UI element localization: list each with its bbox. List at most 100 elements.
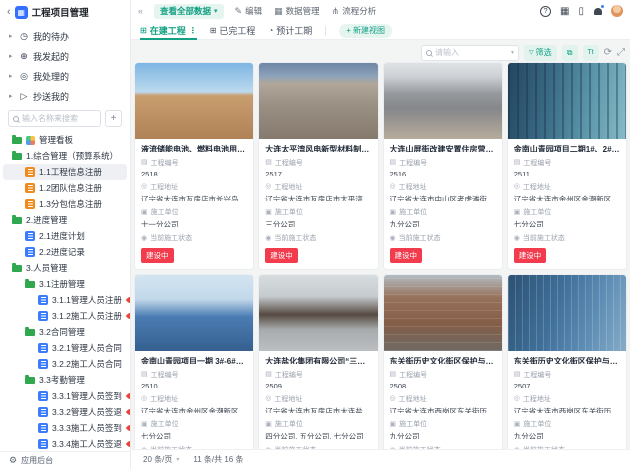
app-backend-button[interactable]: 应用后台 [0, 451, 130, 469]
new-view-button[interactable]: 新建视图 [339, 24, 392, 38]
field-label-text: 工程编号 [523, 158, 551, 168]
sidebar-nav-item[interactable]: ◎ 我处理的 [0, 66, 130, 86]
folder-icon [25, 377, 35, 384]
tree-item[interactable]: 1.3分包信息注册 [3, 196, 127, 212]
topbar-action-button[interactable]: ✎ 编辑 [235, 5, 263, 17]
tree-item[interactable]: 3.1.1管理人员注册 [3, 292, 127, 308]
collapse-panel-icon[interactable] [138, 6, 143, 16]
folder-icon [25, 281, 35, 288]
field-label-text: 工程地址 [523, 394, 551, 404]
project-code: 2509 [265, 382, 371, 388]
tree-item[interactable]: 1.1工程信息注册 [3, 164, 127, 180]
app-logo-icon [15, 6, 28, 19]
tree-item[interactable]: 2.2进度记录 [3, 244, 127, 260]
tree-item-label: 1.综合管理（预算系统） [26, 150, 118, 162]
tree-item[interactable]: 3.3.1管理人员签到 [3, 388, 127, 404]
project-card[interactable]: 大连盐化集团有限公司“三供一业”分离移交维修改造项目 工程编号 2509 工程地… [258, 274, 378, 449]
tab-menu-icon[interactable] [189, 26, 197, 35]
topbar-right-icons [540, 5, 623, 17]
field-label-code: 工程编号 [514, 158, 620, 168]
tree-item[interactable]: 2.1进度计划 [3, 228, 127, 244]
tree-item[interactable]: 3.3.2管理人员签退 [3, 404, 127, 420]
app-backend-label: 应用后台 [21, 455, 53, 466]
location-icon [514, 183, 520, 190]
sidebar-search-input[interactable] [22, 114, 96, 123]
share-button[interactable] [562, 45, 578, 61]
field-label-company: 施工单位 [141, 419, 247, 429]
sidebar: 工程项目管理 ◷ 我的待办 ⊕ 我发起的 ◎ 我处理的 ▷ [0, 0, 131, 469]
project-card[interactable]: 液流储能电池、燃料电池用关键核心材料生产基地项目 工程编号 2518 工程地址 … [134, 62, 254, 270]
project-card[interactable]: 大连山屏街改建安置住房营房拆除项目 工程编号 2516 工程地址 辽宁省大连市中… [383, 62, 503, 270]
project-card[interactable]: 东关街历史文化街区保护与利用项目三标段 工程编号 2508 工程地址 辽宁省大连… [383, 274, 503, 449]
action-label: 编辑 [245, 5, 262, 17]
collapse-sidebar-icon[interactable] [7, 7, 11, 18]
tree-item[interactable]: 3.人员管理 [3, 260, 127, 276]
tree-item[interactable]: 2.进度管理 [3, 212, 127, 228]
project-card[interactable]: 金南山青园项目二期1#、2#、6#、7#、18#楼 工程编号 2511 工程地址… [507, 62, 627, 270]
todo-icon: ◷ [19, 32, 29, 41]
tree-item[interactable]: 3.2合同管理 [3, 324, 127, 340]
sidebar-search-box[interactable] [8, 110, 101, 127]
add-button[interactable] [105, 110, 122, 127]
tree-item[interactable]: 3.3.3施工人员签到 [3, 420, 127, 436]
tree-item[interactable]: 3.2.2施工人员合同 [3, 356, 127, 372]
project-code: 2516 [390, 170, 496, 176]
tree-item[interactable]: 3.2.1管理人员合同 [3, 340, 127, 356]
view-tab[interactable]: ⊞ 已完工程 [210, 22, 256, 39]
project-company: 七分公司 [514, 219, 620, 227]
refresh-button[interactable] [604, 48, 612, 58]
app-title: 工程项目管理 [32, 5, 89, 19]
tree-item[interactable]: 3.1注册管理 [3, 276, 127, 292]
sidebar-search-row [0, 106, 130, 131]
field-label-company: 施工单位 [390, 207, 496, 217]
chevron-down-icon [214, 8, 218, 15]
project-photo [384, 275, 502, 351]
field-label-code: 工程编号 [514, 370, 620, 380]
page-size-select[interactable]: 20 条/页 [143, 454, 179, 465]
tree-item[interactable]: 1.综合管理（预算系统） [3, 148, 127, 164]
sidebar-nav-item[interactable]: ▷ 抄送我的 [0, 86, 130, 106]
data-manage-icon: ▦ [274, 7, 283, 16]
topbar-action-button[interactable]: ▦ 数据管理 [274, 5, 320, 17]
sidebar-nav-item[interactable]: ◷ 我的待办 [0, 26, 130, 46]
tree-item[interactable]: 3.3.4施工人员签退 [3, 436, 127, 451]
project-card[interactable]: 金南山青园项目一期 3#-6#、8#-17#、地下车库 工程编号 2510 工程… [134, 274, 254, 449]
view-tab[interactable]: ⊞ 在建工程 [140, 22, 197, 39]
filter-button[interactable]: 筛选 [524, 45, 557, 61]
main-topbar: 查看全部数据 ✎ 编辑 ▦ 数据管理 ⋔ 流程分析 [131, 0, 630, 22]
view-tab[interactable]: ◔ 预计工期 [268, 22, 312, 39]
card-body: 金南山青园项目二期1#、2#、6#、7#、18#楼 工程编号 2511 工程地址… [508, 139, 626, 269]
project-address: 辽宁省大连市瓦房店市大连盐化集团复州湾家属区 [265, 406, 371, 414]
status-block: 当前施工状态 建设中 [141, 233, 247, 263]
apps-icon[interactable] [560, 6, 569, 17]
sidebar-nav-item[interactable]: ⊕ 我发起的 [0, 46, 130, 66]
help-icon[interactable] [540, 6, 551, 17]
status-badge: 建设中 [265, 248, 298, 263]
data-scope-button[interactable]: 查看全部数据 [154, 4, 224, 19]
tree-item[interactable]: 管理看板 [3, 132, 127, 148]
project-card[interactable]: 东关街历史文化街区保护与利用项目二标段 工程编号 2507 工程地址 辽宁省大连… [507, 274, 627, 449]
field-label-text: 施工单位 [151, 207, 179, 217]
user-avatar[interactable] [611, 5, 623, 17]
project-address: 辽宁省大连市西岗区东关街历史文化街区(范围为北 [514, 406, 620, 414]
toolbar-search-box[interactable] [421, 45, 519, 61]
display-fields-button[interactable] [583, 45, 599, 61]
fullscreen-button[interactable] [617, 48, 625, 58]
tree-item[interactable]: 3.3考勤管理 [3, 372, 127, 388]
toolbar-search-input[interactable] [435, 48, 508, 57]
pin-icon [126, 408, 130, 416]
tree-item-label: 3.人员管理 [26, 262, 67, 274]
processed-icon: ◎ [19, 72, 29, 81]
project-company: 七分公司 [141, 431, 247, 439]
topbar-action-button[interactable]: ⋔ 流程分析 [332, 5, 377, 17]
code-icon [141, 159, 148, 166]
project-card[interactable]: 大连太平湾风电新型材料制造基地项目一期 工程编号 2517 工程地址 辽宁省大连… [258, 62, 378, 270]
form-icon [38, 359, 48, 369]
tree-item[interactable]: 1.2团队信息注册 [3, 180, 127, 196]
tree-item[interactable]: 3.1.2施工人员注册 [3, 308, 127, 324]
mobile-icon[interactable] [578, 6, 584, 17]
location-icon [514, 395, 520, 402]
view-tabs: ⊞ 在建工程 ⊞ 已完工程 ◔ 预计工期 [140, 22, 312, 39]
company-icon [265, 421, 272, 428]
notifications-icon[interactable] [593, 7, 602, 15]
